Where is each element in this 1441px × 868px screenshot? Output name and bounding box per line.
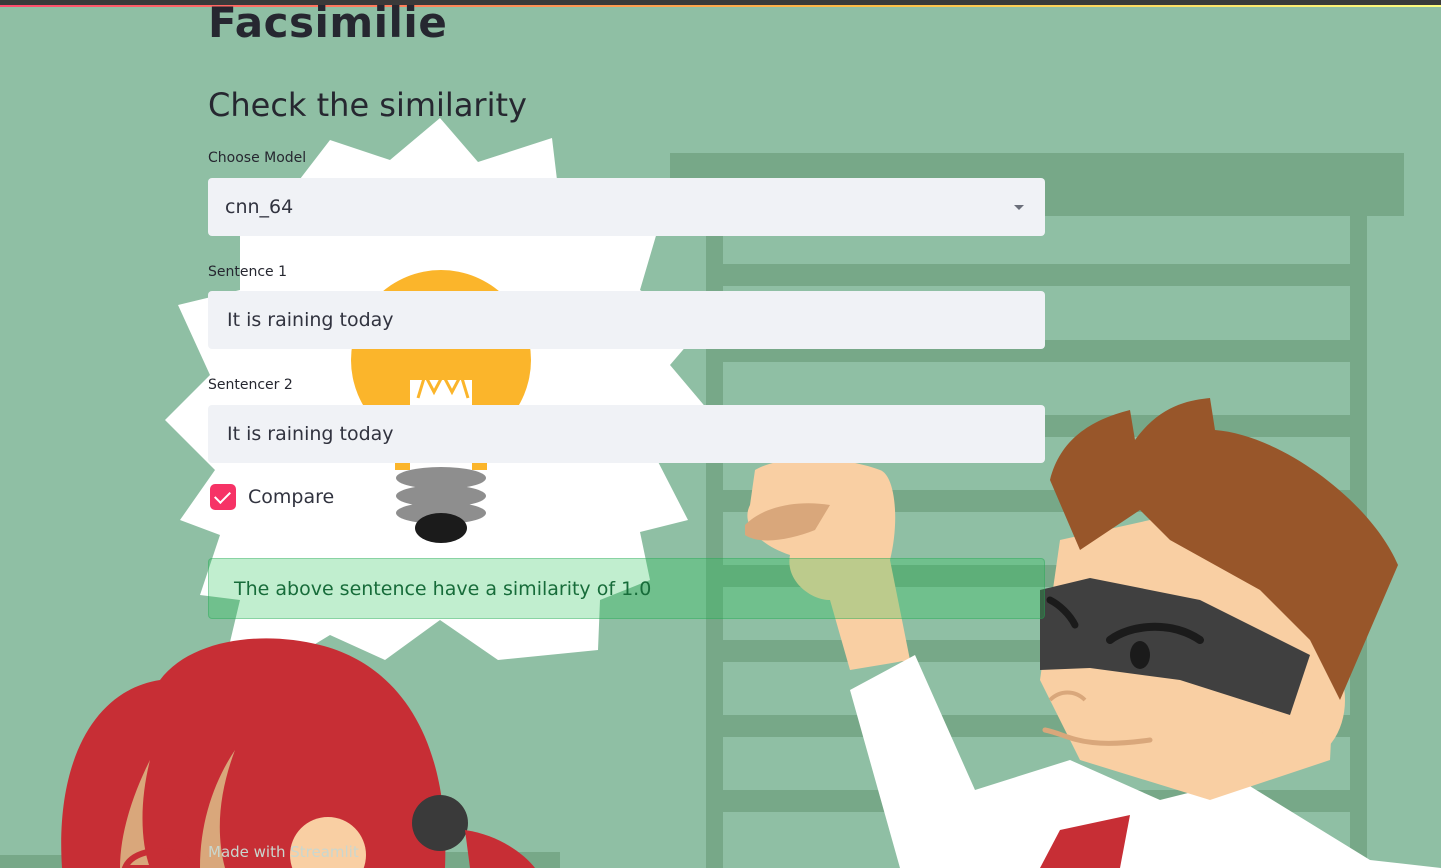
model-select-label: Choose Model: [208, 150, 307, 166]
compare-checkbox[interactable]: [210, 484, 236, 510]
app-title: Facsimilie: [208, 0, 448, 47]
model-select-value: cnn_64: [225, 196, 294, 218]
model-select[interactable]: cnn_64: [208, 178, 1045, 236]
check-icon: [214, 487, 231, 504]
footer-made-with-streamlit[interactable]: Made with Streamlit: [208, 843, 359, 861]
sentence2-label: Sentencer 2: [208, 377, 293, 393]
sentence1-input[interactable]: [208, 309, 1045, 331]
sentence1-field-wrapper: [208, 291, 1045, 349]
chevron-down-icon[interactable]: [1014, 204, 1024, 210]
compare-checkbox-label[interactable]: Compare: [248, 486, 334, 508]
girl-character-graphic: [61, 638, 535, 868]
page-subheader: Check the similarity: [208, 86, 527, 124]
sentence1-label: Sentence 1: [208, 264, 288, 280]
compare-checkbox-row[interactable]: Compare: [208, 484, 334, 510]
sentence2-input[interactable]: [208, 423, 1045, 445]
similarity-result-alert: The above sentence have a similarity of …: [208, 558, 1045, 619]
sentence2-field-wrapper: [208, 405, 1045, 463]
similarity-result-text: The above sentence have a similarity of …: [234, 577, 652, 600]
